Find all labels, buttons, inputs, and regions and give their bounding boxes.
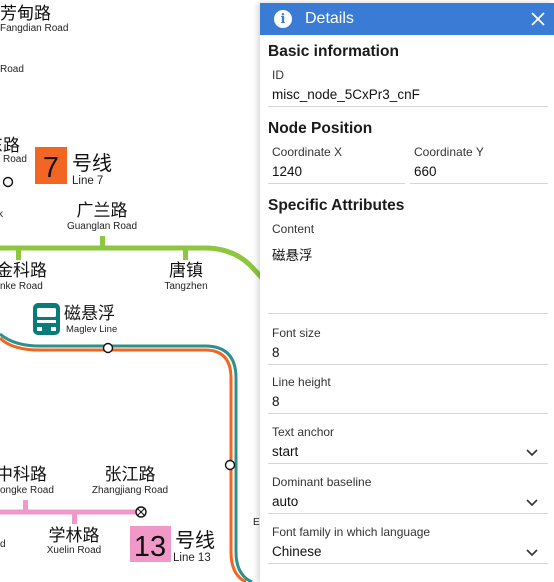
font-family-select[interactable]: Font family in which language Chinese [268, 525, 548, 564]
section-specific-heading: Specific Attributes [268, 197, 405, 214]
panel-header: i Details [260, 3, 554, 35]
chevron-down-icon[interactable] [526, 499, 538, 507]
dominant-baseline-label: Dominant baseline [272, 475, 372, 489]
station-tick-xuelin [72, 512, 77, 524]
station-tick-zhongke [23, 500, 28, 512]
details-panel: i Details Basic information ID misc_node… [260, 3, 554, 582]
line-13-name-en: Line 13 [173, 552, 211, 564]
content-label: Content [272, 222, 315, 236]
station-label-cn[interactable]: 张江路 [105, 465, 156, 485]
coordinate-y-value[interactable]: 660 [414, 164, 437, 179]
interchange-marker[interactable] [102, 342, 114, 354]
station-label-en: Tangzhen [164, 281, 207, 292]
station-label-en: E [253, 517, 260, 528]
line-height-field[interactable]: Line height 8 [268, 375, 548, 414]
close-icon[interactable] [528, 9, 548, 29]
coordinate-y-field[interactable]: Coordinate Y 660 [410, 145, 548, 184]
id-value[interactable]: misc_node_5CxPr3_cnF [272, 87, 420, 102]
station-label-en: d [0, 539, 6, 550]
chevron-down-icon[interactable] [526, 449, 538, 457]
line-13-badge[interactable]: 13 号线 Line 13 [130, 526, 215, 564]
line-height-label: Line height [272, 375, 331, 389]
station-label-en: Zhangjiang Road [92, 485, 168, 496]
station-tick-guanglan [100, 236, 105, 248]
station-label-en: Road [3, 154, 27, 165]
station-tick-tangzhen [183, 248, 188, 260]
coordinate-x-label: Coordinate X [272, 145, 343, 159]
station-label-en: Guanglan Road [67, 221, 137, 232]
line-13-number: 13 [134, 531, 166, 563]
text-anchor-select[interactable]: Text anchor start [268, 425, 548, 464]
panel-title: Details [305, 10, 354, 27]
coordinate-x-field[interactable]: Coordinate X 1240 [268, 145, 405, 184]
station-label-en: Xuelin Road [47, 545, 101, 556]
section-position-heading: Node Position [268, 120, 373, 137]
station-label-cn[interactable]: 唐镇 [169, 260, 203, 281]
line-7-badge[interactable]: 7 号线 Line 7 [35, 147, 112, 187]
section-basic-heading: Basic information [268, 43, 399, 60]
station-label-cn[interactable]: 中科路 [0, 465, 47, 485]
line-height-value[interactable]: 8 [272, 394, 280, 409]
coordinate-x-value[interactable]: 1240 [272, 164, 302, 179]
line-13-name-cn: 号线 [175, 528, 215, 552]
chevron-down-icon[interactable] [526, 549, 538, 557]
interchange-marker[interactable] [224, 459, 236, 471]
id-field[interactable]: ID misc_node_5CxPr3_cnF [268, 68, 548, 107]
line-7-number: 7 [43, 152, 59, 184]
station-label-cn[interactable]: 金科路 [0, 261, 47, 281]
font-family-label: Font family in which language [272, 525, 431, 539]
station-tick-jinke [16, 248, 21, 260]
station-label-en: Fangdian Road [0, 23, 68, 34]
station-label-cn[interactable]: 芳甸路 [0, 4, 51, 24]
coordinate-y-label: Coordinate Y [414, 145, 484, 159]
font-size-field[interactable]: Font size 8 [268, 326, 548, 365]
font-size-value[interactable]: 8 [272, 345, 280, 360]
station-label-cn[interactable]: 磁悬浮 [64, 304, 115, 324]
station-label-cn[interactable]: 东路 [0, 136, 20, 156]
interchange-marker[interactable] [2, 176, 14, 188]
station-label-en: nke Road [0, 281, 43, 292]
font-size-label: Font size [272, 326, 321, 340]
content-value[interactable]: 磁悬浮 [272, 244, 313, 264]
dominant-baseline-select[interactable]: Dominant baseline auto [268, 475, 548, 514]
station-label-en: Maglev Line [66, 324, 117, 335]
info-icon: i [274, 10, 292, 28]
station-label-en: k [0, 209, 4, 220]
text-anchor-label: Text anchor [272, 425, 335, 439]
text-anchor-value[interactable]: start [272, 444, 298, 459]
station-label-cn[interactable]: 学林路 [49, 526, 100, 546]
station-label-en: Road [0, 64, 24, 75]
line-7-name-cn: 号线 [72, 151, 112, 175]
font-family-value[interactable]: Chinese [272, 544, 322, 559]
station-label-en: ongke Road [0, 485, 54, 496]
line-7-name-en: Line 7 [72, 175, 103, 187]
dominant-baseline-value[interactable]: auto [272, 494, 298, 509]
id-label: ID [272, 68, 284, 82]
maglev-train-icon[interactable] [33, 303, 60, 335]
content-field[interactable]: Content 磁悬浮 [268, 222, 548, 314]
station-label-cn[interactable]: 广兰路 [77, 201, 128, 221]
